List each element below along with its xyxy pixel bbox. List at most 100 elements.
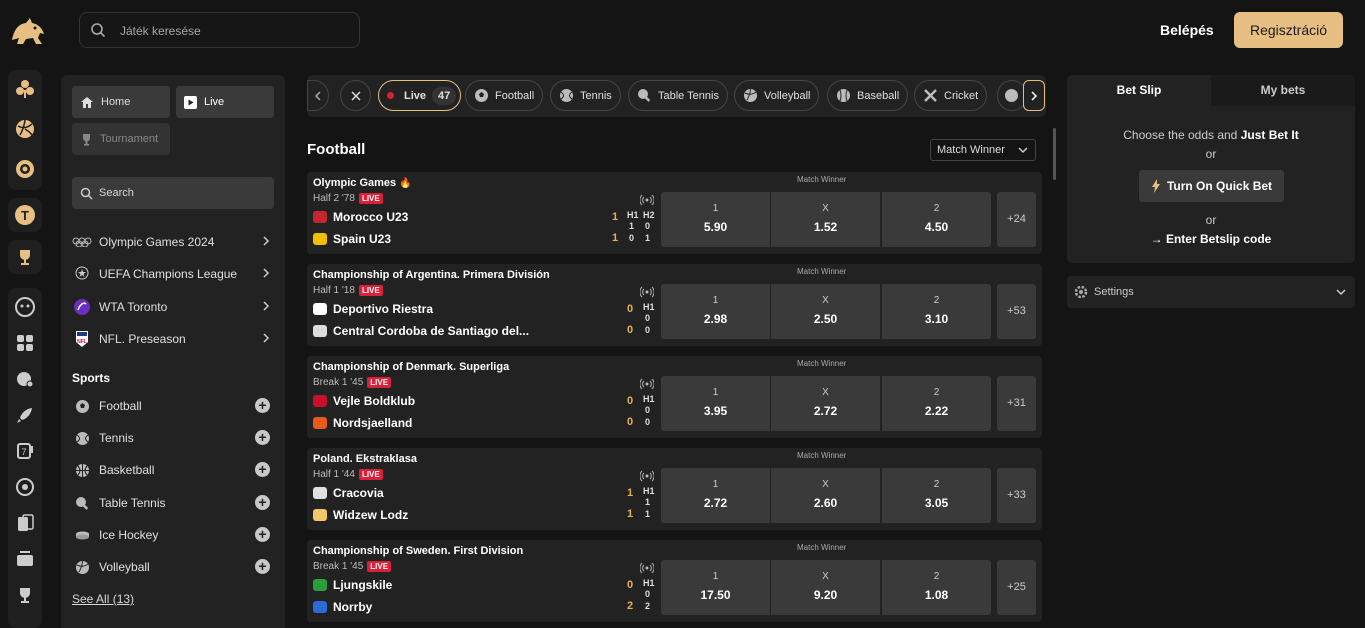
sport-item-table-tennis[interactable]: Table Tennis +: [72, 493, 274, 513]
team-crest-icon: [313, 211, 327, 223]
cup-icon[interactable]: [8, 578, 42, 612]
odd-button-home[interactable]: 1 17.50: [661, 560, 770, 615]
competition-item-olympic[interactable]: Olympic Games 2024: [72, 232, 274, 252]
more-markets-button[interactable]: +24: [997, 192, 1036, 247]
roulette-icon[interactable]: [8, 152, 42, 186]
odd-button-away[interactable]: 2 1.08: [882, 560, 991, 615]
grid-icon[interactable]: [8, 326, 42, 360]
odd-button-home[interactable]: 1 3.95: [661, 376, 770, 431]
scrollbar[interactable]: [1053, 128, 1056, 180]
add-icon[interactable]: +: [255, 559, 270, 574]
volleyball-rail-icon[interactable]: [8, 112, 42, 146]
more-markets-button[interactable]: +25: [997, 560, 1036, 615]
sport-label: Football: [99, 399, 142, 413]
chip-label: Volleyball: [764, 89, 811, 102]
chip-tennis[interactable]: Tennis: [550, 80, 621, 111]
add-icon[interactable]: +: [255, 495, 270, 510]
bet-slip-panel: Bet Slip My bets Choose the odds and Jus…: [1067, 75, 1355, 263]
wheel-icon[interactable]: [8, 470, 42, 504]
game-search-input[interactable]: Játék keresése: [79, 12, 360, 48]
tournament-button[interactable]: Tournament: [72, 123, 170, 155]
market-label: Match Winner: [797, 543, 847, 552]
home-button[interactable]: Home: [72, 86, 170, 118]
cards-icon[interactable]: [8, 506, 42, 540]
chip-baseball[interactable]: Baseball: [827, 80, 909, 111]
live-dot-icon: [387, 92, 394, 99]
odd-button-draw[interactable]: X 2.72: [771, 376, 880, 431]
see-all-link[interactable]: See All (13): [72, 592, 134, 606]
sport-item-ice-hockey[interactable]: Ice Hockey +: [72, 525, 274, 545]
section-title: Football: [307, 141, 366, 158]
match-card[interactable]: Poland. Ekstraklasa Match Winner Half 1 …: [307, 448, 1042, 530]
login-button[interactable]: Belépés: [1160, 22, 1214, 38]
sport-item-tennis[interactable]: Tennis +: [72, 428, 274, 448]
home-period-score: 1: [629, 221, 635, 231]
lion-face-icon[interactable]: [8, 290, 42, 324]
competition-item-ucl[interactable]: UEFA Champions League: [72, 264, 274, 284]
odd-button-home[interactable]: 1 2.98: [661, 284, 770, 339]
broadcast-icon: [640, 286, 654, 298]
settings-dropdown[interactable]: Settings: [1067, 276, 1355, 308]
register-button[interactable]: Regisztráció: [1234, 12, 1343, 48]
tab-my-bets[interactable]: My bets: [1211, 75, 1355, 106]
add-icon[interactable]: +: [255, 430, 270, 445]
match-card[interactable]: Championship of Argentina. Primera Divis…: [307, 264, 1042, 346]
scroll-left-button[interactable]: [307, 80, 329, 111]
odd-button-away[interactable]: 2 2.22: [882, 376, 991, 431]
competition-item-wta[interactable]: WTA Toronto: [72, 297, 274, 317]
add-icon[interactable]: +: [255, 398, 270, 413]
sport-item-basketball[interactable]: Basketball +: [72, 460, 274, 480]
quick-bet-button[interactable]: Turn On Quick Bet: [1139, 170, 1284, 202]
enter-betslip-code-link[interactable]: → Enter Betslip code: [1067, 232, 1355, 246]
odd-button-draw[interactable]: X 2.60: [771, 468, 880, 523]
chevron-right-icon: [1031, 90, 1038, 101]
sidebar-search-input[interactable]: Search: [72, 177, 274, 209]
chip-table-tennis[interactable]: Table Tennis: [628, 80, 728, 111]
sport-item-football[interactable]: Football +: [72, 396, 274, 416]
odd-button-away[interactable]: 2 3.10: [882, 284, 991, 339]
slots-icon[interactable]: 7: [8, 434, 42, 468]
casino-cards-icon[interactable]: [8, 72, 42, 106]
odd-button-draw[interactable]: X 1.52: [771, 192, 880, 247]
more-markets-button[interactable]: +31: [997, 376, 1036, 431]
match-card[interactable]: Championship of Sweden. First Division M…: [307, 540, 1042, 622]
sport-item-volleyball[interactable]: Volleyball +: [72, 557, 274, 577]
scroll-right-button[interactable]: [1023, 80, 1045, 111]
team-crest-icon: [313, 395, 327, 407]
odd-button-home[interactable]: 1 5.90: [661, 192, 770, 247]
clear-filter-button[interactable]: [340, 80, 371, 111]
add-icon[interactable]: +: [255, 527, 270, 542]
match-card[interactable]: Championship of Denmark. Superliga Match…: [307, 356, 1042, 438]
live-casino-icon[interactable]: [8, 362, 42, 396]
odd-button-away[interactable]: 2 4.50: [882, 192, 991, 247]
trophy-rail-icon[interactable]: [8, 240, 42, 274]
market-select[interactable]: Match Winner: [930, 139, 1036, 161]
rocket-icon[interactable]: [8, 398, 42, 432]
match-time: Half 2 '78 LIVE: [313, 193, 383, 204]
live-filter-chip[interactable]: Live 47: [378, 80, 462, 111]
add-icon[interactable]: +: [255, 462, 270, 477]
odd-button-home[interactable]: 1 2.72: [661, 468, 770, 523]
odd-button-draw[interactable]: X 2.50: [771, 284, 880, 339]
odd-label: X: [822, 295, 829, 306]
period-label: H2: [643, 210, 655, 220]
sport-label: Ice Hockey: [99, 528, 159, 542]
chip-football[interactable]: Football: [465, 80, 544, 111]
video-icon[interactable]: [8, 542, 42, 576]
odd-button-away[interactable]: 2 3.05: [882, 468, 991, 523]
odd-label: 2: [933, 479, 940, 490]
away-score: 2: [627, 600, 634, 612]
more-markets-button[interactable]: +53: [997, 284, 1036, 339]
chip-volleyball[interactable]: Volleyball: [734, 80, 820, 111]
tab-bet-slip[interactable]: Bet Slip: [1067, 75, 1211, 106]
play-icon: [184, 95, 197, 109]
chip-cricket[interactable]: Cricket: [914, 80, 988, 111]
match-card[interactable]: Olympic Games 🔥 Match Winner Half 2 '78 L…: [307, 172, 1042, 254]
token-icon[interactable]: T: [8, 198, 42, 232]
live-button[interactable]: Live: [176, 86, 274, 118]
away-team: Widzew Lodz: [313, 508, 408, 522]
competition-item-nfl[interactable]: NFL NFL. Preseason: [72, 329, 274, 349]
odd-button-draw[interactable]: X 9.20: [771, 560, 880, 615]
lion-logo-icon[interactable]: [8, 14, 48, 48]
more-markets-button[interactable]: +33: [997, 468, 1036, 523]
